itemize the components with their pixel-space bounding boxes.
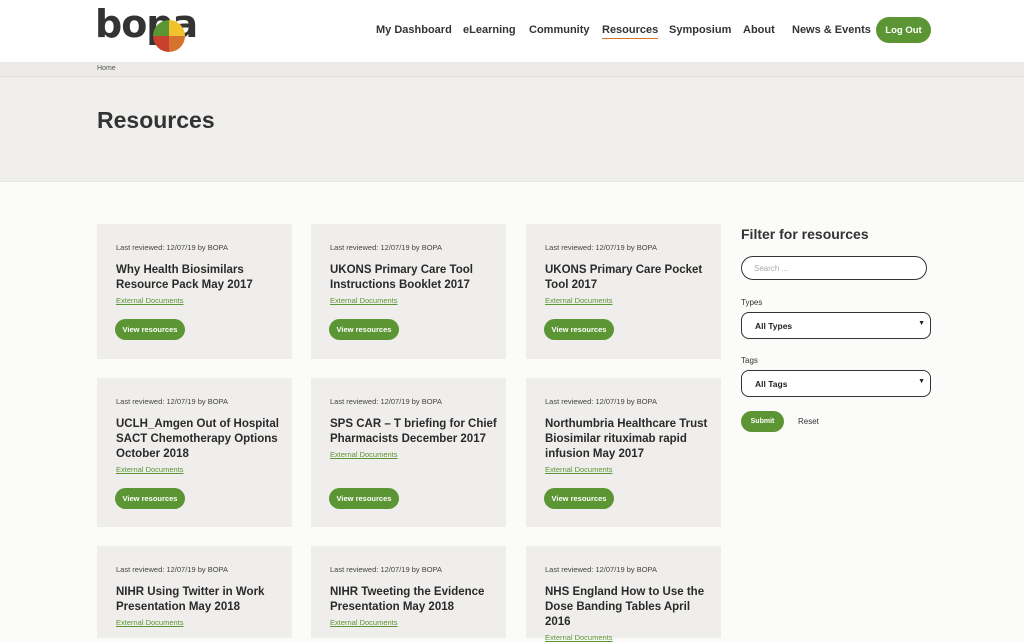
card-title: NIHR Using Twitter in Work Presentation … <box>116 585 284 628</box>
filter-title: Filter for resources <box>741 226 869 242</box>
view-resources-button[interactable]: View resources <box>329 319 399 340</box>
card-category-link[interactable]: External Documents <box>116 295 284 306</box>
card-category-link[interactable]: External Documents <box>330 449 498 460</box>
reset-link[interactable]: Reset <box>798 417 819 426</box>
card-title: NIHR Tweeting the Evidence Presentation … <box>330 585 498 628</box>
view-resources-button[interactable]: View resources <box>115 488 185 509</box>
card-category-link[interactable]: External Documents <box>116 617 284 628</box>
submit-button[interactable]: Submit <box>741 411 784 432</box>
types-label: Types <box>741 298 763 307</box>
card-title: Why Health Biosimilars Resource Pack May… <box>116 263 284 306</box>
resource-card: Last reviewed: 12/07/19 by BOPA Northumb… <box>526 378 721 527</box>
resource-card: Last reviewed: 12/07/19 by BOPA Why Heal… <box>97 224 292 359</box>
search-placeholder: Search ... <box>754 264 789 273</box>
resource-card: Last reviewed: 12/07/19 by BOPA SPS CAR … <box>311 378 506 527</box>
card-review-meta: Last reviewed: 12/07/19 by BOPA <box>330 397 443 406</box>
page-title: Resources <box>97 107 215 133</box>
search-input[interactable]: Search ... <box>741 256 927 280</box>
card-category-link[interactable]: External Documents <box>545 464 713 475</box>
card-title-text: NIHR Using Twitter in Work Presentation … <box>116 586 265 613</box>
view-resources-button[interactable]: View resources <box>544 319 614 340</box>
resource-card: Last reviewed: 12/07/19 by BOPA NIHR Twe… <box>311 546 506 638</box>
tags-select-value: All Tags <box>755 379 788 389</box>
nav-my-dashboard[interactable]: My Dashboard <box>376 24 452 36</box>
card-title: UKONS Primary Care Pocket Tool 2017 Exter… <box>545 263 713 306</box>
card-title-text: Northumbria Healthcare Trust Biosimilar … <box>545 418 708 460</box>
view-resources-button[interactable]: View resources <box>329 488 399 509</box>
card-category-link[interactable]: External Documents <box>330 295 498 306</box>
card-title-text: UCLH_Amgen Out of Hospital SACT Chemothe… <box>116 418 279 460</box>
card-review-meta: Last reviewed: 12/07/19 by BOPA <box>545 565 658 574</box>
card-title-text: UKONS Primary Care Tool Instructions Boo… <box>330 264 473 291</box>
card-review-meta: Last reviewed: 12/07/19 by BOPA <box>545 397 658 406</box>
nav-elearning[interactable]: eLearning <box>463 24 516 36</box>
nav-community[interactable]: Community <box>529 24 590 36</box>
card-review-meta: Last reviewed: 12/07/19 by BOPA <box>330 565 443 574</box>
chevron-down-icon: ▼ <box>918 320 925 327</box>
card-title: UKONS Primary Care Tool Instructions Boo… <box>330 263 498 306</box>
chevron-down-icon: ▼ <box>918 378 925 385</box>
card-title: SPS CAR – T briefing for Chief Pharmacis… <box>330 417 498 460</box>
breadcrumb-bar: Home <box>0 62 1024 76</box>
resource-card: Last reviewed: 12/07/19 by BOPA UKONS Pr… <box>526 224 721 359</box>
card-title-text: Why Health Biosimilars Resource Pack May… <box>116 264 253 291</box>
breadcrumb-home[interactable]: Home <box>97 65 116 72</box>
types-select-value: All Types <box>755 321 793 331</box>
card-title-text: NIHR Tweeting the Evidence Presentation … <box>330 586 485 613</box>
view-resources-button[interactable]: View resources <box>115 319 185 340</box>
resource-card: Last reviewed: 12/07/19 by BOPA UCLH_Amg… <box>97 378 292 527</box>
resource-card: Last reviewed: 12/07/19 by BOPA NIHR Usi… <box>97 546 292 638</box>
card-review-meta: Last reviewed: 12/07/19 by BOPA <box>116 243 229 252</box>
card-review-meta: Last reviewed: 12/07/19 by BOPA <box>330 243 443 252</box>
card-category-link[interactable]: External Documents <box>116 464 284 475</box>
card-review-meta: Last reviewed: 12/07/19 by BOPA <box>545 243 658 252</box>
types-select[interactable]: All Types ▼ <box>741 312 931 339</box>
nav-symposium[interactable]: Symposium <box>669 24 731 36</box>
tags-label: Tags <box>741 356 758 365</box>
tags-select[interactable]: All Tags ▼ <box>741 370 931 397</box>
resource-card: Last reviewed: 12/07/19 by BOPA NHS Engl… <box>526 546 721 642</box>
bopa-logo[interactable]: bopa <box>95 2 198 56</box>
card-title-text: UKONS Primary Care Pocket Tool 2017 <box>545 264 703 291</box>
card-review-meta: Last reviewed: 12/07/19 by BOPA <box>116 397 229 406</box>
card-category-link[interactable]: External Documents <box>330 617 498 628</box>
card-title: NHS England How to Use the Dose Banding … <box>545 585 713 643</box>
nav-resources[interactable]: Resources <box>602 24 659 39</box>
card-title: Northumbria Healthcare Trust Biosimilar … <box>545 417 713 475</box>
logout-button[interactable]: Log Out <box>876 17 931 43</box>
card-category-link[interactable]: External Documents <box>545 295 713 306</box>
resource-card: Last reviewed: 12/07/19 by BOPA UKONS Pr… <box>311 224 506 359</box>
nav-about[interactable]: About <box>743 24 775 36</box>
page-hero: Resources <box>0 76 1024 182</box>
card-title: UCLH_Amgen Out of Hospital SACT Chemothe… <box>116 417 284 475</box>
card-review-meta: Last reviewed: 12/07/19 by BOPA <box>116 565 229 574</box>
view-resources-button[interactable]: View resources <box>544 488 614 509</box>
card-title-text: SPS CAR – T briefing for Chief Pharmacis… <box>330 418 497 445</box>
logo-quadrant-icon <box>153 20 185 52</box>
site-header: bopa My Dashboard eLearning Community Re… <box>0 0 1024 62</box>
nav-news-events[interactable]: News & Events <box>792 24 871 36</box>
card-title-text: NHS England How to Use the Dose Banding … <box>545 586 705 628</box>
